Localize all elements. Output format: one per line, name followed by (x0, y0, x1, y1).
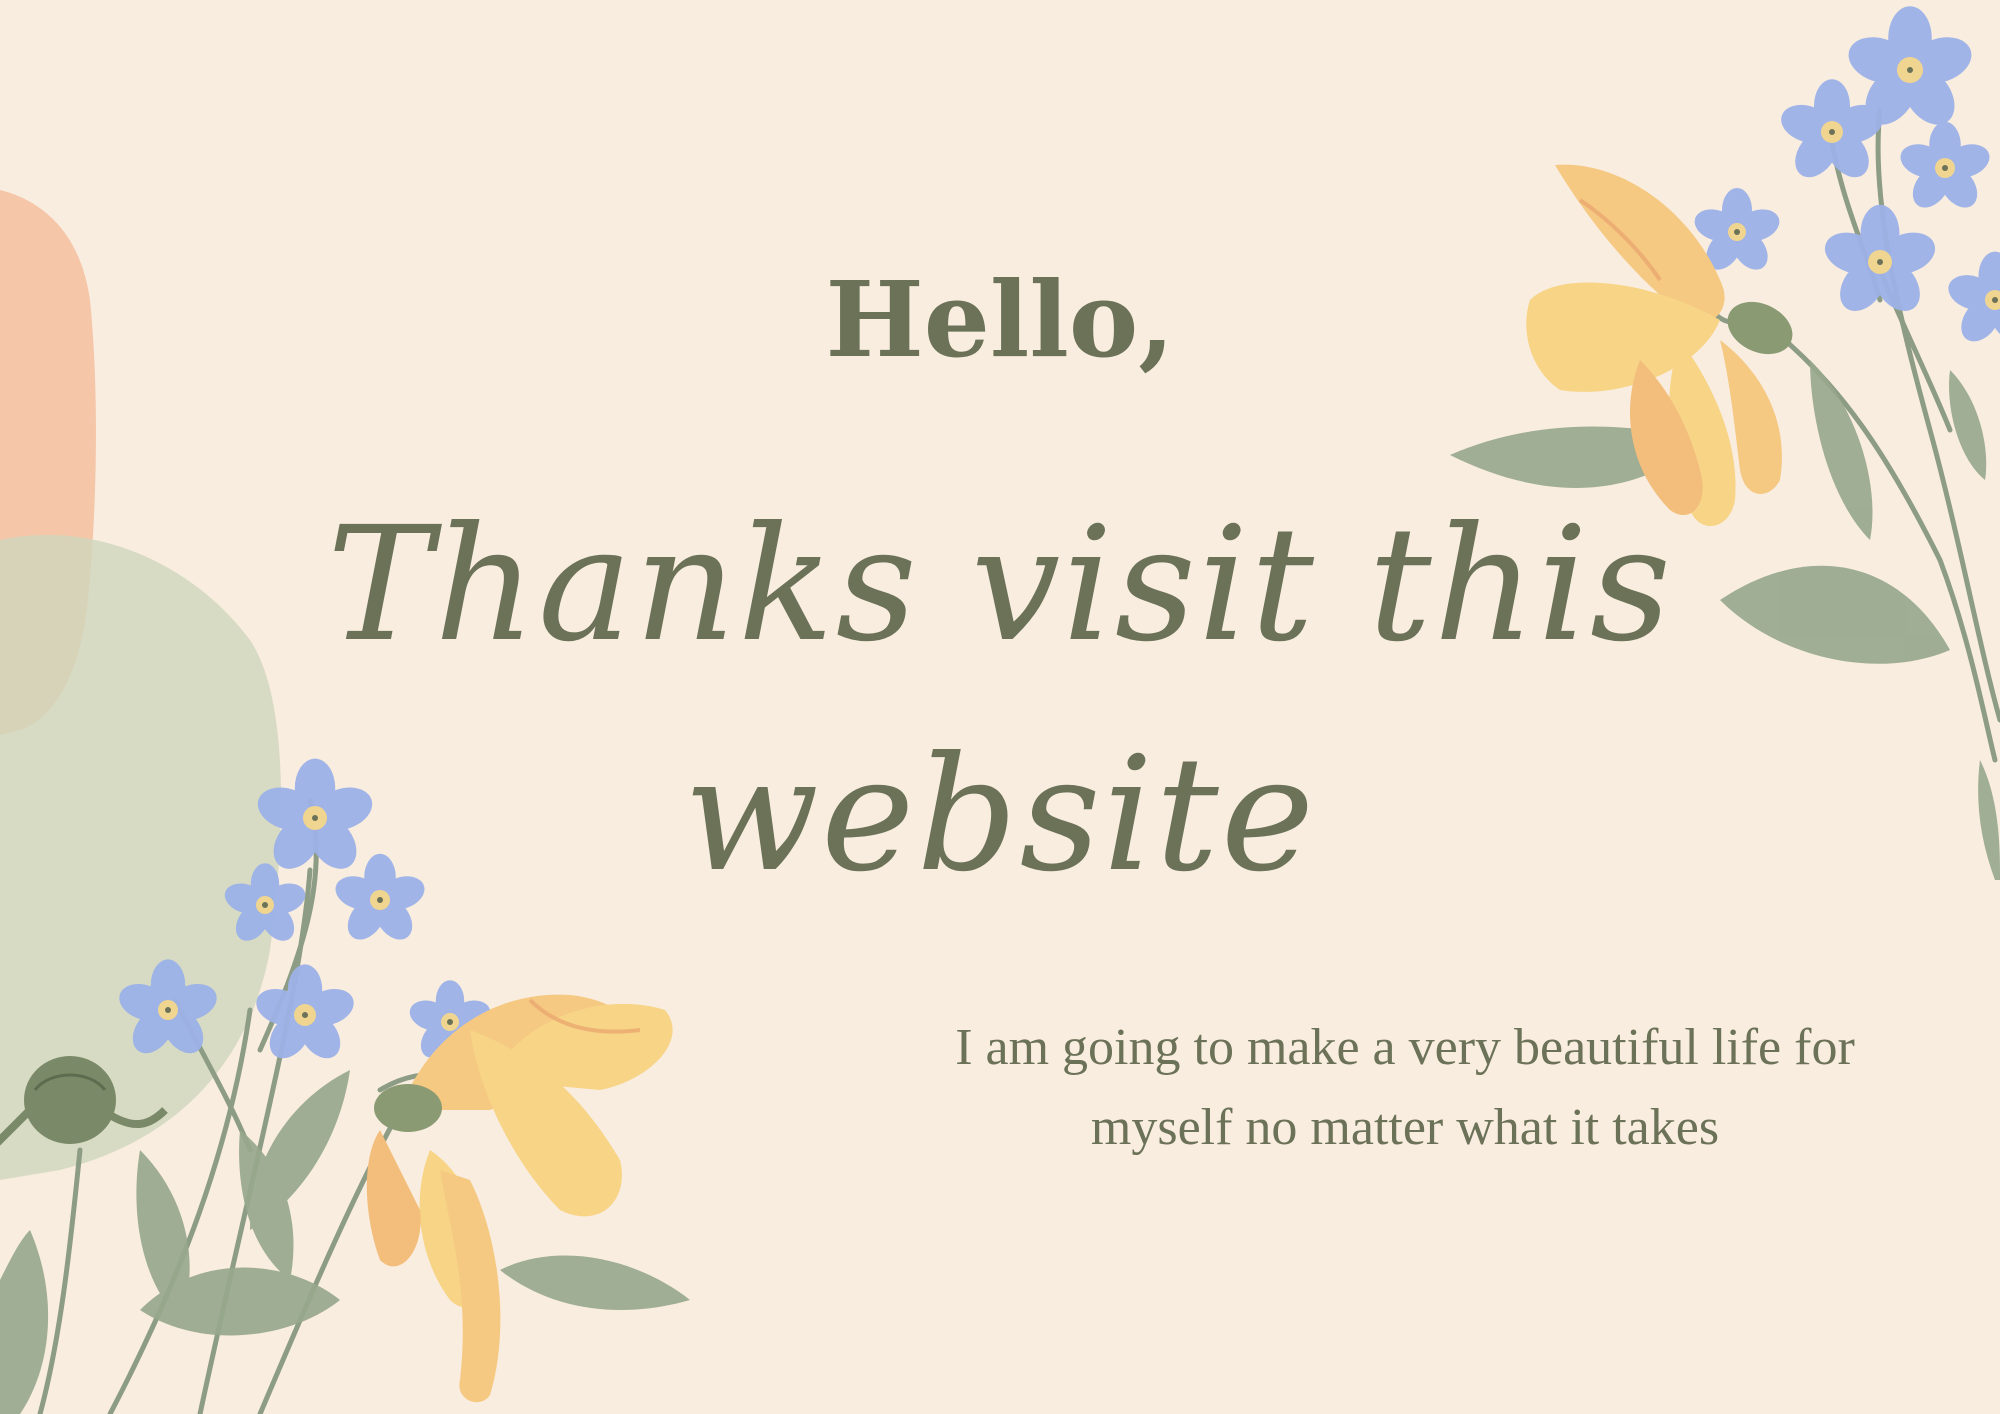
headline-text: Thanks visit this website (326, 493, 1674, 907)
yellow-lily-bottom (366, 994, 673, 1403)
greeting-card: Hello, Thanks visit this website I am go… (0, 0, 2000, 1414)
greeting-heading: Hello, (825, 258, 1175, 381)
tagline-text: I am going to make a very beautiful life… (955, 1019, 1855, 1156)
